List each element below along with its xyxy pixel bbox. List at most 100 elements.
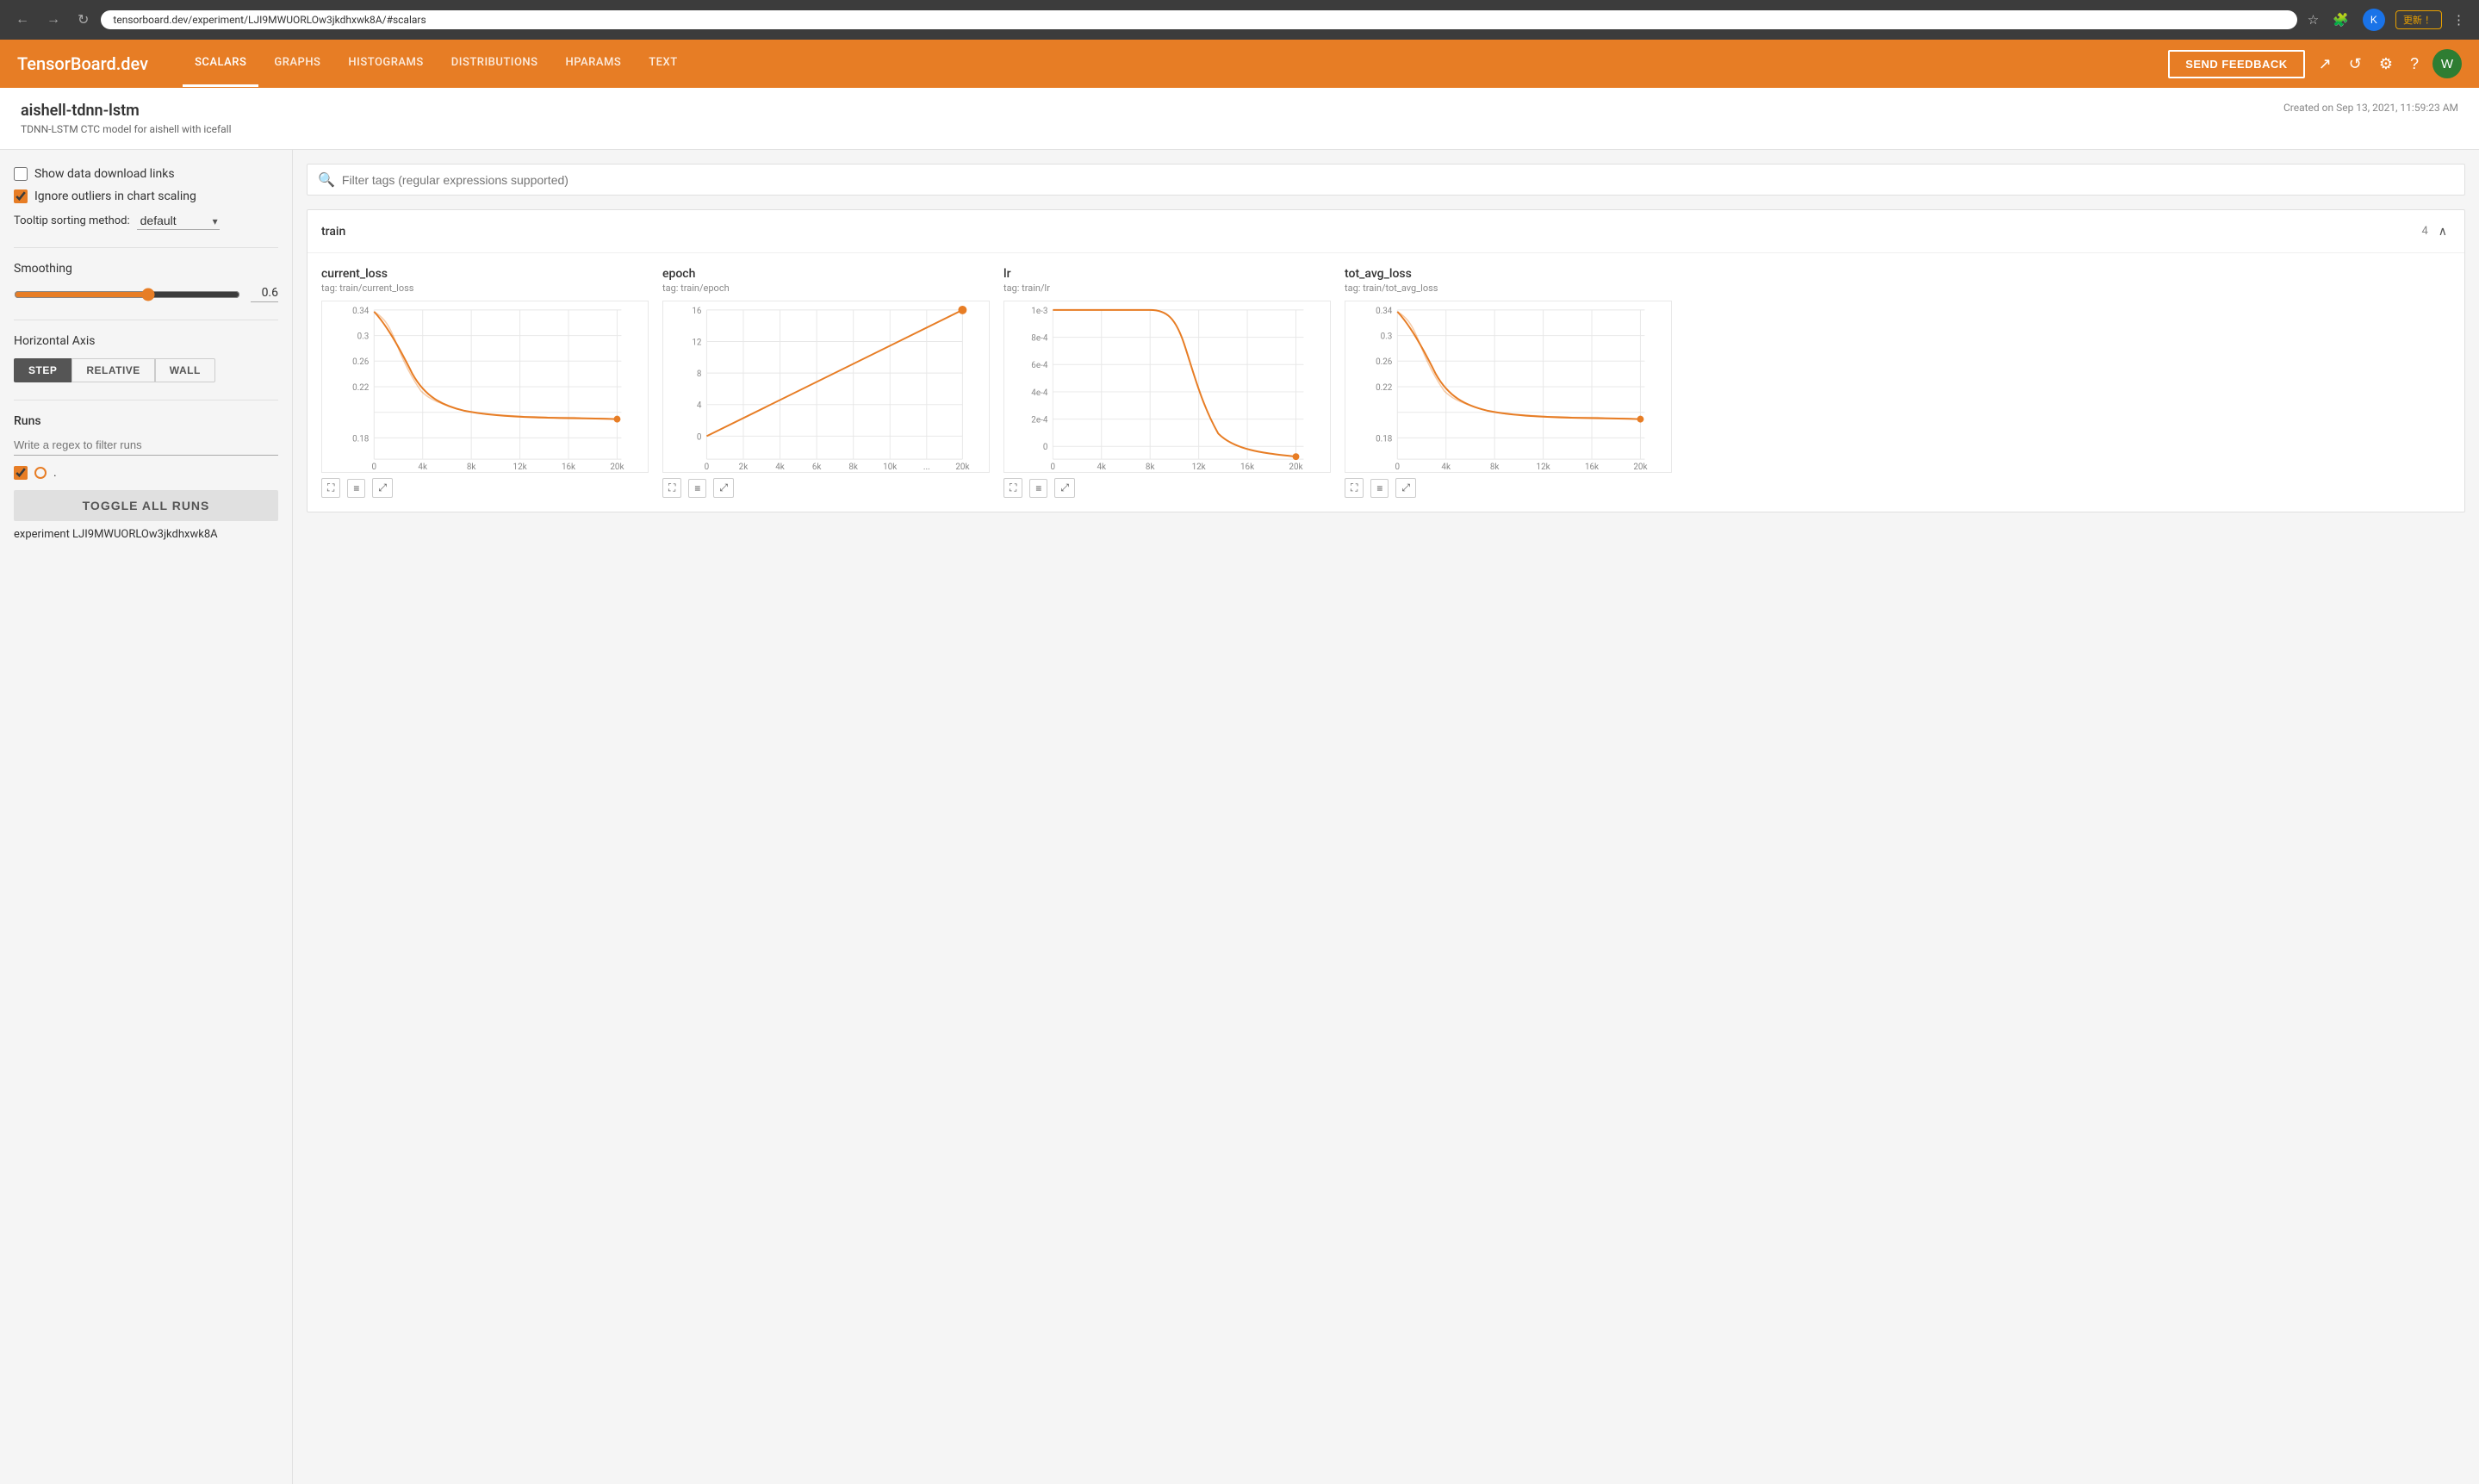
- experiment-title: aishell-tdnn-lstm: [21, 102, 232, 120]
- svg-text:4: 4: [697, 401, 702, 411]
- extensions-button[interactable]: 🧩: [2329, 10, 2352, 29]
- fullscreen-tot-btn[interactable]: ⤢: [1395, 478, 1416, 498]
- help-icon[interactable]: ?: [2407, 52, 2422, 77]
- runs-section: Runs . TOGGLE ALL RUNS experiment LJI9MW…: [14, 414, 278, 541]
- tooltip-select[interactable]: default ascending descending nearest: [137, 212, 220, 230]
- nav-tab-scalars[interactable]: SCALARS: [183, 40, 258, 87]
- run-circle-icon: [34, 467, 47, 479]
- svg-text:0.18: 0.18: [1376, 434, 1393, 444]
- axis-btn-wall[interactable]: WALL: [155, 358, 215, 382]
- runs-label: Runs: [14, 414, 278, 428]
- chart-svg-epoch: 16 12 8 4 0 0 2k 4k 6k 8k 10k .: [663, 301, 989, 472]
- nav-tab-graphs[interactable]: GRAPHS: [262, 40, 332, 87]
- settings-icon[interactable]: ⚙: [2376, 52, 2396, 77]
- forward-button[interactable]: →: [41, 10, 65, 29]
- send-feedback-button[interactable]: SEND FEEDBACK: [2168, 50, 2304, 78]
- expand-lr-btn[interactable]: ⛶: [1003, 478, 1022, 498]
- filter-input[interactable]: [342, 173, 2454, 187]
- svg-text:0: 0: [372, 463, 377, 472]
- chart-tag-tot-avg-loss: tag: train/tot_avg_loss: [1345, 283, 1672, 294]
- profile-initial: K: [2363, 9, 2385, 31]
- fullscreen-lr-btn[interactable]: ⤢: [1054, 478, 1075, 498]
- svg-text:...: ...: [923, 463, 930, 472]
- show-download-row: Show data download links: [14, 167, 278, 181]
- svg-text:20k: 20k: [955, 463, 969, 472]
- show-download-checkbox[interactable]: [14, 167, 28, 181]
- svg-text:6k: 6k: [812, 463, 822, 472]
- menu-lr-btn[interactable]: ≡: [1029, 479, 1047, 498]
- address-bar[interactable]: tensorboard.dev/experiment/LJI9MWUORLOw3…: [101, 10, 2296, 29]
- svg-text:10k: 10k: [883, 463, 897, 472]
- ignore-outliers-checkbox[interactable]: [14, 189, 28, 203]
- axis-btn-relative[interactable]: RELATIVE: [71, 358, 154, 382]
- chart-svg-lr: 1e-3 8e-4 6e-4 4e-4 2e-4 0 0 4k 8k 12k 1…: [1004, 301, 1330, 472]
- svg-text:16k: 16k: [562, 463, 575, 472]
- ignore-outliers-label[interactable]: Ignore outliers in chart scaling: [34, 189, 196, 203]
- share-icon[interactable]: ↗: [2315, 52, 2335, 77]
- chart-area-tot-avg-loss: 0.34 0.3 0.26 0.22 0.18 0 4k 8k 12k 16k …: [1345, 301, 1672, 473]
- run-dot-label: .: [53, 466, 57, 480]
- fullscreen-epoch-btn[interactable]: ⤢: [713, 478, 734, 498]
- section-meta: 4 ∧: [2421, 220, 2451, 242]
- svg-text:0: 0: [705, 463, 710, 472]
- user-avatar[interactable]: W: [2432, 49, 2462, 78]
- run-checkbox[interactable]: [14, 466, 28, 480]
- axis-btn-step[interactable]: STEP: [14, 358, 71, 382]
- svg-text:0.22: 0.22: [352, 383, 370, 393]
- show-download-label[interactable]: Show data download links: [34, 167, 175, 181]
- sidebar: Show data download links Ignore outliers…: [0, 150, 293, 1484]
- toggle-all-runs-button[interactable]: TOGGLE ALL RUNS: [14, 490, 278, 521]
- svg-text:12k: 12k: [1192, 463, 1206, 472]
- star-button[interactable]: ☆: [2304, 10, 2322, 29]
- svg-text:8k: 8k: [1146, 463, 1155, 472]
- browser-chrome: ← → ↻ tensorboard.dev/experiment/LJI9MWU…: [0, 0, 2479, 40]
- svg-text:0: 0: [1395, 463, 1401, 472]
- expand-epoch-btn[interactable]: ⛶: [662, 478, 681, 498]
- chart-area-epoch: 16 12 8 4 0 0 2k 4k 6k 8k 10k .: [662, 301, 990, 473]
- nav-tab-text[interactable]: TEXT: [637, 40, 689, 87]
- tooltip-row: Tooltip sorting method: default ascendin…: [14, 212, 278, 230]
- chart-card-epoch: epoch tag: train/epoch: [662, 267, 990, 498]
- fullscreen-chart-btn[interactable]: ⤢: [372, 478, 393, 498]
- svg-text:4k: 4k: [1441, 463, 1451, 472]
- expand-tot-btn[interactable]: ⛶: [1345, 478, 1364, 498]
- horizontal-axis-section: Horizontal Axis STEP RELATIVE WALL: [14, 334, 278, 382]
- h-axis-label: Horizontal Axis: [14, 334, 278, 348]
- tooltip-label: Tooltip sorting method:: [14, 214, 130, 227]
- nav-tab-histograms[interactable]: HISTOGRAMS: [336, 40, 435, 87]
- svg-text:0.22: 0.22: [1376, 383, 1393, 393]
- chart-card-tot-avg-loss: tot_avg_loss tag: train/tot_avg_loss: [1345, 267, 1672, 498]
- smoothing-slider[interactable]: [14, 288, 240, 301]
- chart-menu-btn[interactable]: ≡: [347, 479, 365, 498]
- expand-chart-btn[interactable]: ⛶: [321, 478, 340, 498]
- nav-tab-distributions[interactable]: DISTRIBUTIONS: [439, 40, 550, 87]
- menu-epoch-btn[interactable]: ≡: [688, 479, 706, 498]
- svg-text:0.26: 0.26: [1376, 357, 1393, 367]
- svg-text:0.26: 0.26: [352, 357, 370, 367]
- filter-bar[interactable]: 🔍: [307, 164, 2465, 196]
- smoothing-row: 0.6: [14, 286, 278, 302]
- runs-filter-input[interactable]: [14, 435, 278, 456]
- section-collapse-button[interactable]: ∧: [2435, 220, 2451, 242]
- menu-button[interactable]: ⋮: [2449, 10, 2469, 29]
- svg-text:8k: 8k: [467, 463, 476, 472]
- update-button[interactable]: 更新 ！: [2395, 10, 2442, 29]
- header-right: SEND FEEDBACK ↗ ↺ ⚙ ? W: [2168, 49, 2462, 78]
- section-title-train: train: [321, 225, 345, 239]
- svg-text:16k: 16k: [1585, 463, 1599, 472]
- svg-text:8k: 8k: [1490, 463, 1500, 472]
- refresh-button[interactable]: ↻: [72, 9, 94, 30]
- svg-text:0: 0: [1043, 443, 1048, 452]
- svg-text:0.34: 0.34: [352, 307, 370, 316]
- menu-tot-btn[interactable]: ≡: [1370, 479, 1389, 498]
- svg-text:12: 12: [692, 338, 702, 347]
- chart-actions-lr: ⛶ ≡ ⤢: [1003, 478, 1331, 498]
- experiment-created: Created on Sep 13, 2021, 11:59:23 AM: [2283, 102, 2458, 114]
- tooltip-select-wrapper[interactable]: default ascending descending nearest: [137, 212, 220, 230]
- refresh-icon[interactable]: ↺: [2345, 52, 2365, 77]
- chart-actions-current-loss: ⛶ ≡ ⤢: [321, 478, 649, 498]
- back-button[interactable]: ←: [10, 10, 34, 29]
- nav-tab-hparams[interactable]: HPARAMS: [554, 40, 634, 87]
- profile-button[interactable]: K: [2359, 7, 2389, 33]
- svg-text:0: 0: [697, 432, 702, 442]
